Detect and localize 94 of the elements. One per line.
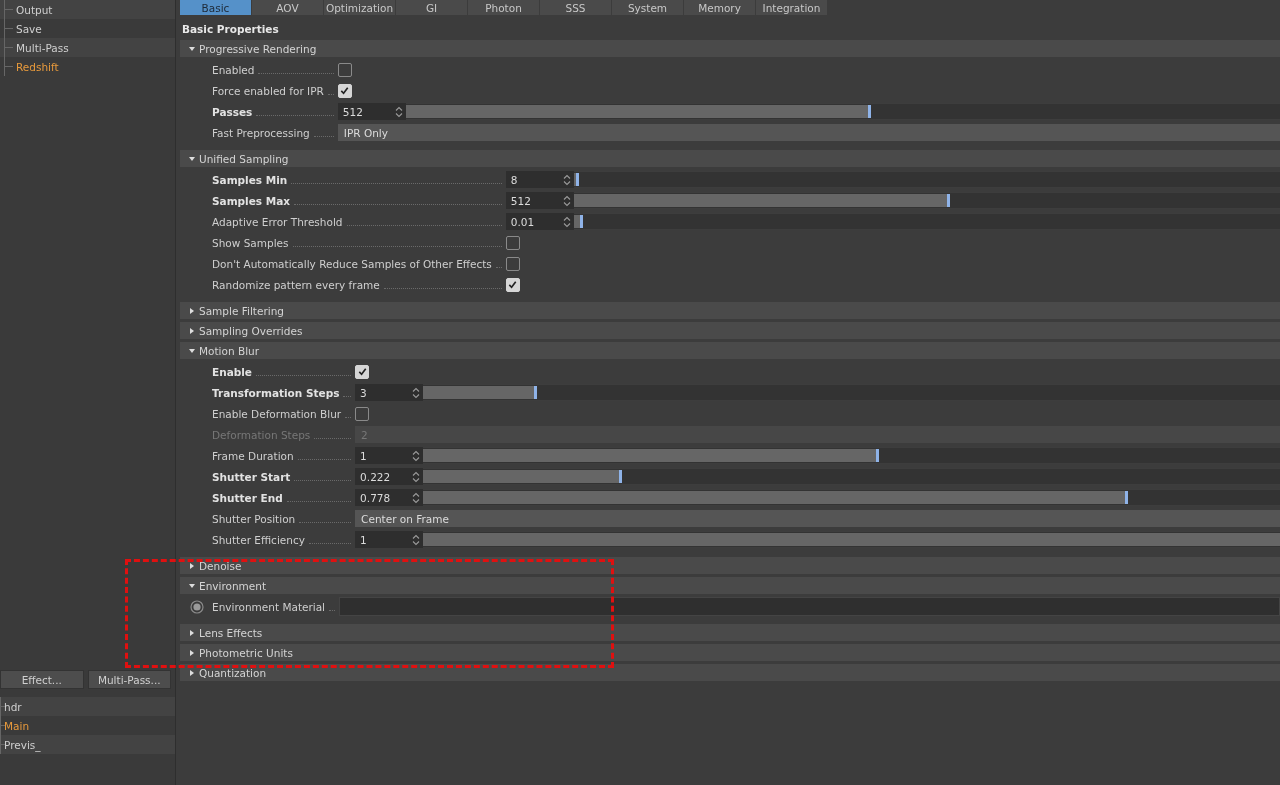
group-heading: Basic Properties <box>181 22 280 37</box>
section-title: Environment <box>199 579 267 592</box>
triangle-icon[interactable] <box>188 628 196 637</box>
preset-item[interactable]: Previs_ <box>4 738 41 751</box>
section-header[interactable]: Denoise <box>180 557 1280 574</box>
field-label: Show Samples <box>212 236 289 249</box>
section-header[interactable]: Progressive Rendering <box>180 40 1280 57</box>
triangle-icon[interactable] <box>188 668 196 677</box>
number-field[interactable]: 512 <box>337 103 406 120</box>
checkbox[interactable] <box>337 62 352 77</box>
spinner-icon[interactable] <box>412 470 421 483</box>
section-header[interactable]: Lens Effects <box>180 624 1280 641</box>
tab[interactable]: GI <box>396 0 467 15</box>
spinner-icon[interactable] <box>562 194 571 207</box>
tab[interactable]: System <box>612 0 683 15</box>
section-header[interactable]: Sampling Overrides <box>180 322 1280 339</box>
number-field[interactable]: 0.778 <box>355 489 424 506</box>
field-label: Don't Automatically Reduce Samples of Other Effects <box>212 257 492 270</box>
section-title: Unified Sampling <box>199 152 289 165</box>
tab[interactable]: Integration <box>756 0 827 15</box>
triangle-icon[interactable] <box>188 154 196 163</box>
panel-button[interactable]: Effect... <box>0 670 84 689</box>
field-label: Enable Deformation Blur <box>212 407 342 420</box>
field-label: Adaptive Error Threshold <box>212 215 343 228</box>
preset-item[interactable]: hdr <box>4 700 22 713</box>
link-field[interactable] <box>339 597 1280 616</box>
section-header[interactable]: Environment <box>180 577 1280 594</box>
section-title: Photometric Units <box>199 646 293 659</box>
section-header[interactable]: Motion Blur <box>180 342 1280 359</box>
number-field[interactable]: 8 <box>505 171 574 188</box>
section-header[interactable]: Quantization <box>180 664 1280 681</box>
field-label: Enabled <box>212 63 255 76</box>
spinner-icon[interactable] <box>412 386 421 399</box>
field-label: Fast Preprocessing <box>212 126 310 139</box>
field-label: Shutter Position <box>212 512 296 525</box>
section-title: Sampling Overrides <box>199 324 303 337</box>
section-header[interactable]: Photometric Units <box>180 644 1280 661</box>
number-field[interactable]: 1 <box>355 447 424 464</box>
spinner-icon[interactable] <box>562 173 571 186</box>
field-label: Enable <box>212 365 252 378</box>
radio-icon[interactable] <box>190 599 204 614</box>
tree-item[interactable]: Output <box>16 3 53 16</box>
spinner-icon[interactable] <box>394 105 403 118</box>
tab[interactable]: Memory <box>684 0 755 15</box>
dropdown[interactable]: IPR Only <box>337 124 1280 141</box>
triangle-icon[interactable] <box>188 648 196 657</box>
triangle-icon[interactable] <box>188 326 196 335</box>
preset-item[interactable]: Main <box>4 719 30 732</box>
field-label: Shutter Start <box>212 470 291 483</box>
triangle-icon[interactable] <box>188 306 196 315</box>
tab[interactable]: Photon <box>468 0 539 15</box>
tree-item[interactable]: Save <box>16 22 42 35</box>
section-title: Quantization <box>199 666 267 679</box>
field-label: Passes <box>212 105 253 118</box>
field-label: Deformation Steps <box>212 428 311 441</box>
field-label: Samples Max <box>212 194 291 207</box>
tree-item[interactable]: Redshift <box>16 60 59 73</box>
spinner-icon[interactable] <box>562 215 571 228</box>
section-header[interactable]: Unified Sampling <box>180 150 1280 167</box>
section-title: Denoise <box>199 559 242 572</box>
spinner-icon[interactable] <box>412 449 421 462</box>
number-field[interactable]: 0.01 <box>505 213 574 230</box>
field-label: Force enabled for IPR <box>212 84 324 97</box>
number-field[interactable]: 3 <box>355 384 424 401</box>
field-label: Randomize pattern every frame <box>212 278 380 291</box>
tab[interactable]: Basic <box>180 0 251 15</box>
field-label: Environment Material <box>212 600 326 613</box>
checkbox[interactable] <box>505 256 520 271</box>
panel-button[interactable]: Multi-Pass... <box>87 670 171 689</box>
field-label: Shutter End <box>212 491 283 504</box>
section-title: Sample Filtering <box>199 304 284 317</box>
section-title: Progressive Rendering <box>199 42 317 55</box>
checkbox[interactable] <box>355 406 370 421</box>
field-label: Samples Min <box>212 173 288 186</box>
field-label: Transformation Steps <box>212 386 340 399</box>
section-title: Lens Effects <box>199 626 263 639</box>
triangle-icon[interactable] <box>188 561 196 570</box>
field-label: Frame Duration <box>212 449 294 462</box>
number-field[interactable]: 0.222 <box>355 468 424 485</box>
number-field[interactable]: 1 <box>355 531 424 548</box>
dropdown[interactable]: Center on Frame <box>355 510 1280 527</box>
number-field[interactable]: 512 <box>505 192 574 209</box>
tab[interactable]: Optimization <box>324 0 395 15</box>
triangle-icon[interactable] <box>188 346 196 355</box>
tab[interactable]: SSS <box>540 0 611 15</box>
field-label: Shutter Efficiency <box>212 533 305 546</box>
checkbox[interactable] <box>505 235 520 250</box>
tab[interactable]: AOV <box>252 0 323 15</box>
triangle-icon[interactable] <box>188 581 196 590</box>
spinner-icon[interactable] <box>412 491 421 504</box>
spinner-icon[interactable] <box>412 533 421 546</box>
section-header[interactable]: Sample Filtering <box>180 302 1280 319</box>
triangle-icon[interactable] <box>188 44 196 53</box>
section-title: Motion Blur <box>199 344 260 357</box>
